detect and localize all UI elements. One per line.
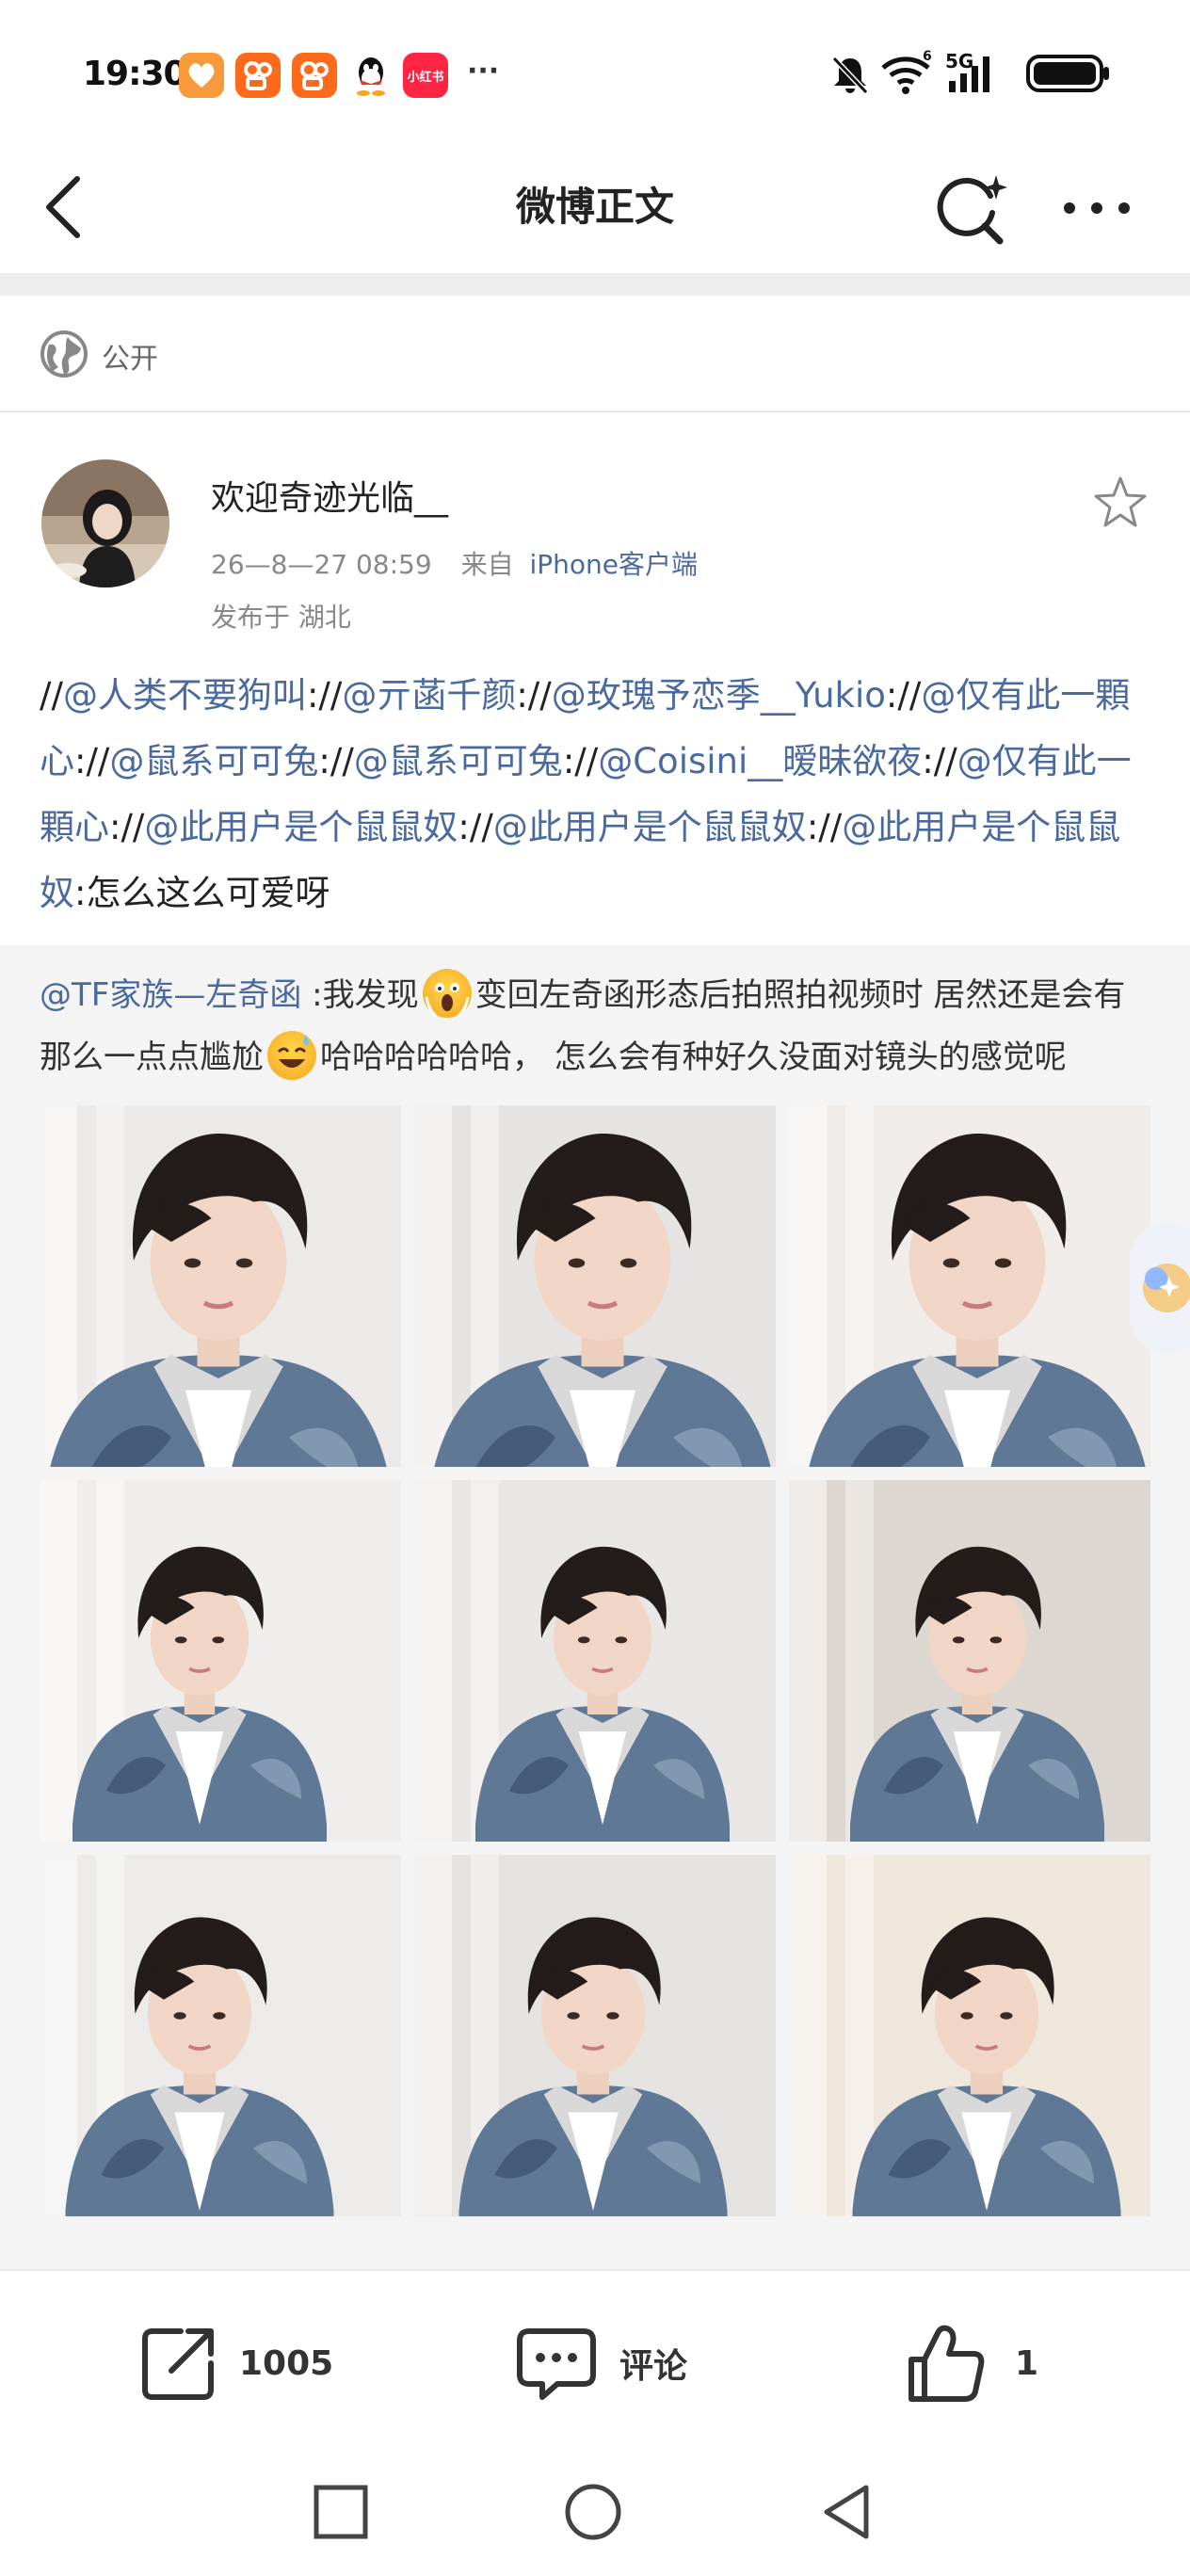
source-prefix: 来自 [460,549,514,580]
mute-bell-icon [828,53,872,100]
user-mention-link[interactable]: @Coisini__暧昧欲夜 [598,741,922,781]
more-dots-icon [1064,202,1130,214]
repost-separator: :// [516,675,552,716]
recents-button[interactable] [303,2474,378,2550]
section-divider [0,273,1190,296]
square-icon [314,2485,368,2539]
repost-separator: :怎么这么可爱呀 [74,873,330,913]
like-count: 1 [1015,2343,1039,2383]
post-location: 发布于 湖北 [211,602,351,633]
post-meta: 26—8—27 08:59 来自 iPhone客户端 [211,544,698,582]
repost-separator: // [40,675,63,716]
cellular-signal-icon: 5G [945,49,1013,100]
wifi-icon: 6 [879,49,936,100]
home-button[interactable] [555,2474,631,2550]
original-text-part: :我发现 [301,976,419,1014]
thumbs-up-icon [909,2325,985,2402]
photo-3[interactable] [789,1105,1150,1467]
original-author-mention[interactable]: @TF家族—左奇函 [40,976,301,1014]
more-options-button[interactable] [1054,175,1139,241]
svg-text:5G: 5G [945,50,973,72]
photo-6[interactable] [789,1480,1150,1842]
search-button[interactable] [932,168,1017,252]
share-icon [142,2328,214,2400]
search-sparkle-icon [937,175,1007,245]
repost-separator: :// [306,675,343,716]
kuaishou-icon [292,53,337,98]
post-date: 26—8—27 08:59 [211,549,432,580]
author-name[interactable]: 欢迎奇迹光临__ [211,471,448,520]
more-notifications-icon: ··· [467,55,500,88]
triangle-back-icon [824,2485,869,2539]
comment-button[interactable]: 评论 [514,2316,687,2410]
photo-7[interactable] [40,1855,401,2216]
sweat-smile-emoji-icon [267,1030,316,1080]
repost-separator: :// [318,741,354,781]
kuaishou-icon [235,53,281,98]
repost-count: 1005 [239,2343,334,2383]
photo-2[interactable] [414,1105,776,1467]
post-source[interactable]: iPhone客户端 [530,549,699,580]
status-time: 19:30 [83,55,187,93]
battery-icon [1026,53,1111,98]
original-post-text: @TF家族—左奇函 :我发现 变回左奇函形态后拍照拍视频时 居然还是会有那么一点点… [40,964,1154,1088]
repost-separator: :// [885,675,922,716]
photo-4[interactable] [40,1480,401,1842]
user-mention-link[interactable]: @此用户是个鼠鼠奴 [144,807,458,847]
comment-icon [517,2328,596,2400]
svg-text:6: 6 [923,49,932,64]
status-bar: 19:30 小红书 ··· 6 5G [0,0,1190,141]
star-icon [1094,476,1147,527]
author-avatar[interactable] [41,459,169,588]
back-nav-button[interactable] [810,2474,885,2550]
system-nav-bar [0,2440,1190,2576]
repost-separator: :// [806,807,843,847]
repost-separator: :// [922,741,957,781]
top-nav-bar: 微博正文 [0,141,1190,273]
photo-1[interactable] [40,1105,401,1467]
circle-icon [565,2484,621,2540]
xiaohongshu-icon: 小红书 [403,53,448,98]
repost-text: //@人类不要狗叫://@亓菡千颜://@玫瑰予恋季__Yukio://@仅有此… [40,663,1154,926]
heart-app-icon [179,53,224,98]
floating-widget[interactable] [1130,1222,1190,1354]
repost-separator: :// [74,741,110,781]
photo-5[interactable] [414,1480,776,1842]
globe-icon [40,330,88,378]
repost-separator: :// [562,741,599,781]
user-mention-link[interactable]: @亓菡千颜 [342,675,516,716]
photo-8[interactable] [414,1855,776,2216]
visibility-row: 公开 [0,296,1190,412]
user-mention-link[interactable]: @玫瑰予恋季__Yukio [552,675,886,716]
scream-emoji-icon [422,968,472,1018]
qq-icon [348,53,394,98]
like-button[interactable]: 1 [904,2316,1038,2410]
original-text-part: 哈哈哈哈哈哈， 怎么会有种好久没面对镜头的感觉呢 [320,1038,1067,1076]
repost-separator: :// [458,807,493,847]
user-mention-link[interactable]: @鼠系可可兔 [109,741,318,781]
user-mention-link[interactable]: @鼠系可可兔 [354,741,563,781]
comment-label: 评论 [619,2347,688,2386]
visibility-label: 公开 [102,343,158,376]
user-mention-link[interactable]: @人类不要狗叫 [63,675,307,716]
sparkle-icon [1143,1264,1190,1312]
repost-button[interactable]: 1005 [139,2316,333,2410]
photo-9[interactable] [789,1855,1150,2216]
favorite-button[interactable] [1090,473,1150,533]
action-bar: 1005 评论 1 [0,2271,1190,2440]
repost-separator: :// [109,807,145,847]
user-mention-link[interactable]: @此用户是个鼠鼠奴 [493,807,807,847]
